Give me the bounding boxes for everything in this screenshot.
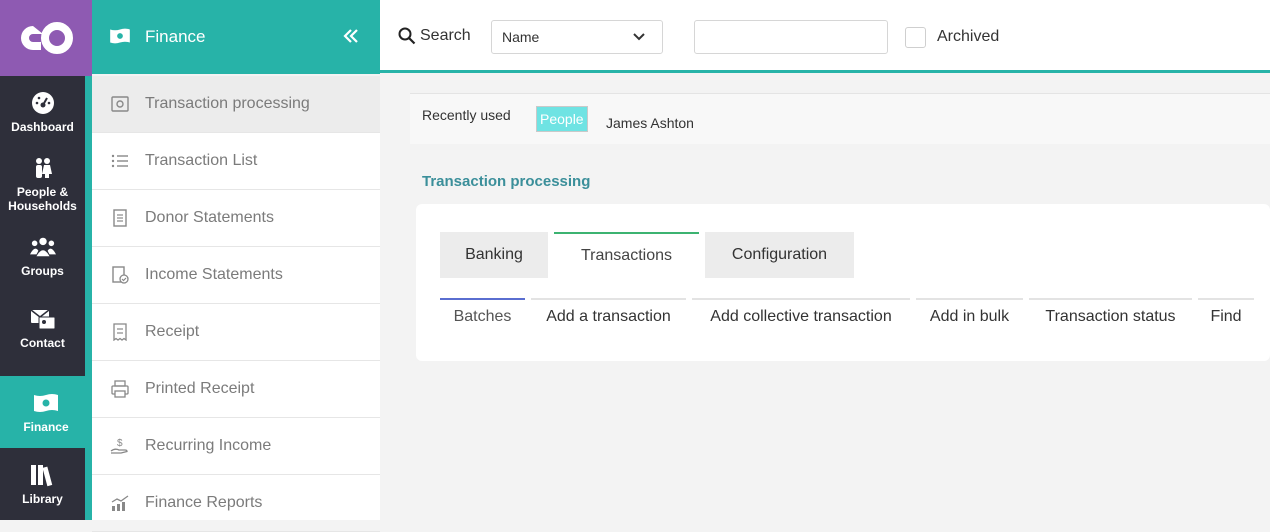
tab-transactions[interactable]: Transactions: [554, 232, 699, 278]
finance-header: Finance: [92, 0, 380, 74]
rail-accent-strip: [85, 76, 92, 520]
groups-icon: [29, 234, 56, 260]
recently-used-bar: Recently used People James Ashton: [410, 93, 1270, 144]
subtab-add-collective-transaction[interactable]: Add collective transaction: [692, 298, 910, 334]
select-value: Name: [502, 29, 540, 45]
finance-menu: Transaction processing Transaction List …: [92, 76, 380, 532]
rail-item-finance[interactable]: Finance: [0, 376, 92, 448]
tab-configuration[interactable]: Configuration: [705, 232, 854, 278]
tab-banking[interactable]: Banking: [440, 232, 548, 278]
transaction-card: Banking Transactions Configuration Batch…: [416, 204, 1270, 361]
app-logo[interactable]: [0, 0, 92, 76]
menu-item-transaction-list[interactable]: Transaction List: [92, 133, 380, 190]
menu-item-recurring-income[interactable]: $ Recurring Income: [92, 418, 380, 475]
recently-used-label: Recently used: [422, 107, 511, 123]
recent-person-link[interactable]: James Ashton: [606, 115, 694, 131]
page-title: Transaction processing: [422, 173, 591, 190]
archived-label: Archived: [937, 28, 1000, 45]
search-field-select[interactable]: Name: [491, 20, 663, 54]
search-icon: [398, 27, 416, 45]
library-icon: [30, 462, 56, 488]
menu-item-donor-statements[interactable]: Donor Statements: [92, 190, 380, 247]
rail-label: People & Households: [8, 185, 77, 213]
subtab-find[interactable]: Find: [1198, 298, 1254, 334]
archived-checkbox[interactable]: [905, 27, 926, 48]
hand-dollar-icon: $: [110, 436, 130, 456]
rail-item-dashboard[interactable]: Dashboard: [0, 76, 85, 148]
receipt-icon: [110, 322, 130, 342]
collapse-icon[interactable]: [342, 25, 360, 47]
document-check-icon: [110, 265, 130, 285]
chevron-down-icon: [633, 33, 645, 41]
document-icon: [110, 208, 130, 228]
menu-item-transaction-processing[interactable]: Transaction processing: [92, 76, 380, 133]
finance-title: Finance: [145, 27, 206, 46]
search-label[interactable]: Search: [398, 27, 471, 45]
dashboard-icon: [30, 90, 56, 116]
rail-item-people[interactable]: People & Households: [0, 148, 85, 220]
menu-item-income-statements[interactable]: Income Statements: [92, 247, 380, 304]
cash-register-icon: [110, 94, 130, 114]
rail-label: Library: [22, 492, 63, 506]
contact-icon: [30, 306, 56, 332]
subtab-transaction-status[interactable]: Transaction status: [1029, 298, 1192, 334]
menu-item-printed-receipt[interactable]: Printed Receipt: [92, 361, 380, 418]
subtab-add-in-bulk[interactable]: Add in bulk: [916, 298, 1023, 334]
rail-label: Groups: [21, 264, 64, 278]
app-rail: Dashboard People & Households Groups Con…: [0, 0, 92, 520]
rail-item-contact[interactable]: Contact: [0, 292, 85, 364]
list-icon: [110, 151, 130, 171]
recent-type-badge: People: [536, 106, 588, 132]
people-icon: [30, 155, 56, 181]
rail-label: Finance: [23, 420, 69, 434]
subtab-add-transaction[interactable]: Add a transaction: [531, 298, 686, 334]
subtab-batches[interactable]: Batches: [440, 298, 525, 334]
rail-item-groups[interactable]: Groups: [0, 220, 85, 292]
rail-label: Contact: [20, 336, 65, 350]
search-input[interactable]: [694, 20, 888, 54]
finance-icon: [33, 390, 59, 416]
top-search-bar: Search Name Archived: [380, 0, 1270, 73]
svg-text:$: $: [117, 438, 123, 449]
finance-icon: [109, 27, 131, 45]
printer-icon: [110, 379, 130, 399]
chart-icon: [110, 493, 130, 513]
menu-item-receipt[interactable]: Receipt: [92, 304, 380, 361]
rail-label: Dashboard: [11, 120, 74, 134]
search-text: Search: [420, 27, 471, 44]
rail-item-library[interactable]: Library: [0, 448, 85, 520]
menu-item-finance-reports[interactable]: Finance Reports: [92, 475, 380, 532]
logo-icon: [21, 22, 73, 54]
